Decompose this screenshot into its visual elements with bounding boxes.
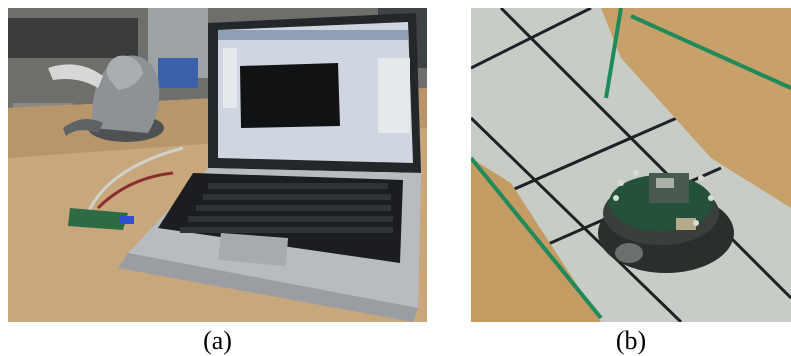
figure-panel-b: (b) xyxy=(471,8,791,356)
laptop-setup-illustration xyxy=(8,8,427,322)
figure-panel-a: (a) xyxy=(8,8,427,356)
caption-a: (a) xyxy=(203,326,232,355)
caption-b: (b) xyxy=(615,326,647,355)
mobile-robot-illustration xyxy=(471,8,791,322)
photo-laptop-setup xyxy=(8,8,427,322)
photo-mobile-robot xyxy=(471,8,791,322)
